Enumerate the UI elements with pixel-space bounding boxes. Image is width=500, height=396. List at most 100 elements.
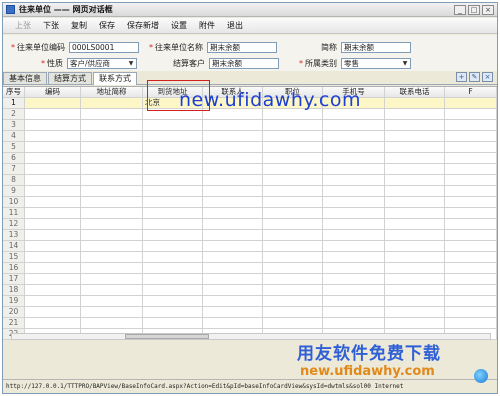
table-cell[interactable] [81,318,143,329]
table-cell[interactable] [323,274,385,285]
table-cell[interactable] [203,175,263,186]
table-cell[interactable] [263,285,323,296]
table-cell[interactable] [323,186,385,197]
table-cell[interactable] [203,153,263,164]
table-row[interactable]: 4 [3,131,497,142]
table-cell[interactable] [81,307,143,318]
table-cell[interactable] [203,252,263,263]
table-cell[interactable] [25,274,81,285]
table-cell[interactable] [81,131,143,142]
table-row[interactable]: 13 [3,230,497,241]
table-cell[interactable] [323,120,385,131]
code-input[interactable]: 000LS0001 [69,42,139,53]
table-cell[interactable] [203,230,263,241]
table-cell[interactable] [143,307,203,318]
table-cell[interactable] [81,208,143,219]
table-cell[interactable] [203,296,263,307]
table-cell[interactable] [445,263,497,274]
table-cell[interactable] [323,153,385,164]
table-cell[interactable] [385,208,445,219]
copy-button[interactable]: 复制 [65,20,93,31]
nature-select[interactable]: 客户/供应商 ▼ [67,58,137,69]
table-cell[interactable] [81,109,143,120]
save-and-new-button[interactable]: 保存新增 [121,20,165,31]
table-cell[interactable] [81,120,143,131]
close-icon[interactable]: × [482,5,494,15]
table-cell[interactable] [385,307,445,318]
table-cell[interactable] [263,208,323,219]
table-row[interactable]: 6 [3,153,497,164]
table-cell[interactable] [25,120,81,131]
table-cell[interactable] [203,131,263,142]
table-cell[interactable] [385,274,445,285]
table-cell[interactable] [263,241,323,252]
table-cell[interactable] [143,230,203,241]
table-row[interactable]: 16 [3,263,497,274]
table-cell[interactable] [25,197,81,208]
table-cell[interactable] [143,142,203,153]
table-cell[interactable] [81,263,143,274]
exit-button[interactable]: 退出 [221,20,249,31]
table-cell[interactable] [143,274,203,285]
table-cell[interactable] [385,252,445,263]
table-cell[interactable] [445,274,497,285]
table-cell[interactable] [143,285,203,296]
table-cell[interactable] [143,120,203,131]
next-record-button[interactable]: 下张 [37,20,65,31]
table-cell[interactable] [323,285,385,296]
table-cell[interactable] [385,175,445,186]
table-cell[interactable] [445,109,497,120]
table-cell[interactable] [385,164,445,175]
table-cell[interactable] [203,285,263,296]
table-cell[interactable] [143,318,203,329]
table-cell[interactable] [385,131,445,142]
table-cell[interactable] [81,142,143,153]
table-row[interactable]: 7 [3,164,497,175]
table-cell[interactable] [25,208,81,219]
short-input[interactable]: 期末余额 [341,42,411,53]
table-cell[interactable] [25,318,81,329]
table-cell[interactable] [445,153,497,164]
table-row[interactable]: 19 [3,296,497,307]
table-cell[interactable] [385,241,445,252]
table-cell[interactable] [323,175,385,186]
table-cell[interactable] [385,219,445,230]
table-cell[interactable] [25,263,81,274]
table-cell[interactable] [143,153,203,164]
table-row[interactable]: 18 [3,285,497,296]
column-header[interactable]: F [445,87,497,98]
settle-input[interactable]: 期末余额 [209,58,279,69]
table-cell[interactable] [25,307,81,318]
table-cell[interactable] [263,252,323,263]
table-cell[interactable] [445,175,497,186]
tab-settlement[interactable]: 结算方式 [48,72,92,84]
tab-contact[interactable]: 联系方式 [93,72,137,85]
table-cell[interactable] [25,153,81,164]
table-cell[interactable] [203,142,263,153]
table-cell[interactable] [445,120,497,131]
table-cell[interactable] [203,241,263,252]
table-cell[interactable] [143,296,203,307]
maximize-icon[interactable]: □ [468,5,480,15]
table-cell[interactable] [143,186,203,197]
table-cell[interactable] [445,219,497,230]
table-cell[interactable] [385,142,445,153]
table-cell[interactable] [143,131,203,142]
table-cell[interactable] [203,307,263,318]
table-cell[interactable] [143,263,203,274]
table-cell[interactable] [263,274,323,285]
table-cell[interactable] [263,296,323,307]
table-row[interactable]: 14 [3,241,497,252]
column-header[interactable]: 联系电话 [385,87,445,98]
table-cell[interactable] [263,197,323,208]
table-cell[interactable] [203,186,263,197]
table-delete-icon[interactable]: × [482,72,493,82]
table-cell[interactable] [25,252,81,263]
table-cell[interactable] [81,98,143,109]
table-cell[interactable] [263,142,323,153]
table-cell[interactable] [323,318,385,329]
table-cell[interactable] [25,219,81,230]
table-row[interactable]: 5 [3,142,497,153]
table-cell[interactable] [385,230,445,241]
table-row[interactable]: 10 [3,197,497,208]
